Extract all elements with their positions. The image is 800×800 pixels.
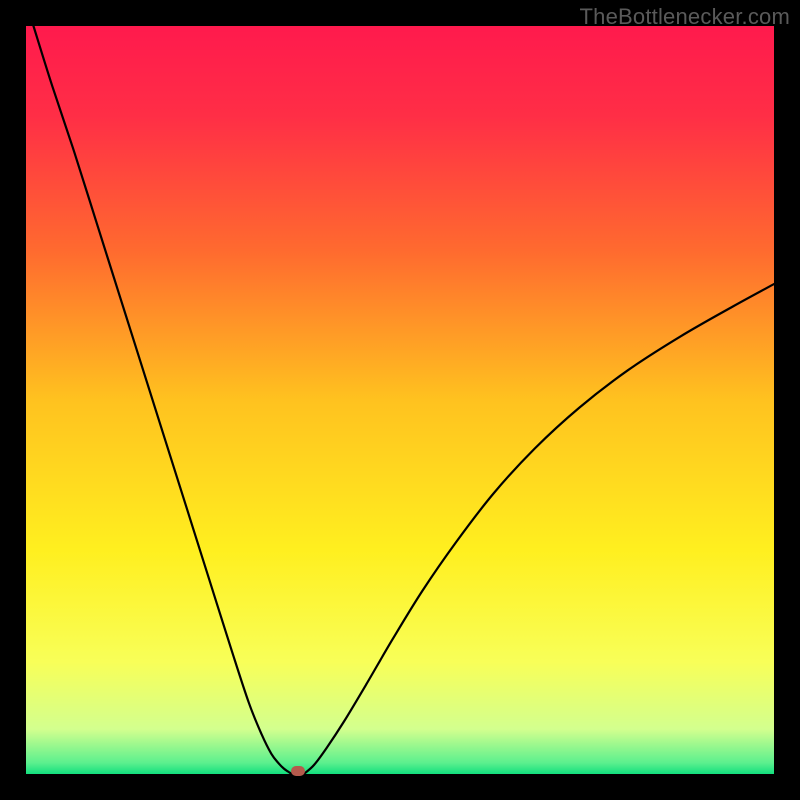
plot-area [26, 26, 774, 774]
chart-frame: TheBottlenecker.com [0, 0, 800, 800]
watermark-text: TheBottlenecker.com [580, 4, 790, 30]
chart-svg [26, 26, 774, 774]
chart-background [26, 26, 774, 774]
minimum-marker [291, 766, 305, 776]
